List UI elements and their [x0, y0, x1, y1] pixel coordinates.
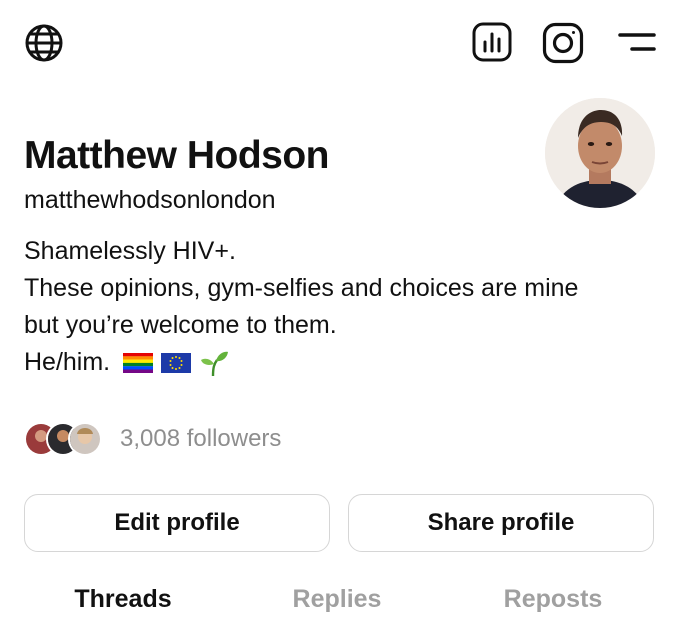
share-profile-button[interactable]: Share profile — [348, 494, 654, 552]
top-bar — [0, 0, 680, 90]
followers-count: 3,008 followers — [120, 425, 282, 452]
bio-line-with-emoji: He/him. — [24, 344, 644, 381]
tab-replies[interactable]: Replies — [224, 585, 450, 614]
tab-threads[interactable]: Threads — [10, 585, 236, 614]
seedling-icon — [201, 352, 229, 377]
follower-avatar — [68, 422, 102, 456]
profile-tabs: Threads Replies Reposts — [0, 585, 680, 631]
bio-line: He/him. — [24, 348, 111, 376]
profile-bio: Shamelessly HIV+. These opinions, gym-se… — [24, 233, 644, 381]
globe-icon[interactable] — [22, 21, 66, 65]
tab-reposts[interactable]: Reposts — [440, 585, 666, 614]
insights-icon[interactable] — [472, 22, 512, 62]
profile-handle: matthewhodsonlondon — [24, 186, 276, 214]
menu-icon[interactable] — [616, 30, 658, 56]
avatar[interactable] — [545, 98, 655, 208]
edit-profile-button[interactable]: Edit profile — [24, 494, 330, 552]
bio-line: but you’re welcome to them. — [24, 311, 337, 339]
eu-flag-icon — [161, 353, 192, 374]
rainbow-flag-icon — [123, 353, 154, 374]
profile-name: Matthew Hodson — [24, 134, 329, 177]
bio-line: Shamelessly HIV+. — [24, 237, 236, 265]
instagram-icon[interactable] — [542, 22, 584, 64]
bio-emojis — [123, 350, 229, 377]
followers-row[interactable]: 3,008 followers — [24, 420, 281, 458]
bio-line: These opinions, gym-selfies and choices … — [24, 274, 579, 302]
